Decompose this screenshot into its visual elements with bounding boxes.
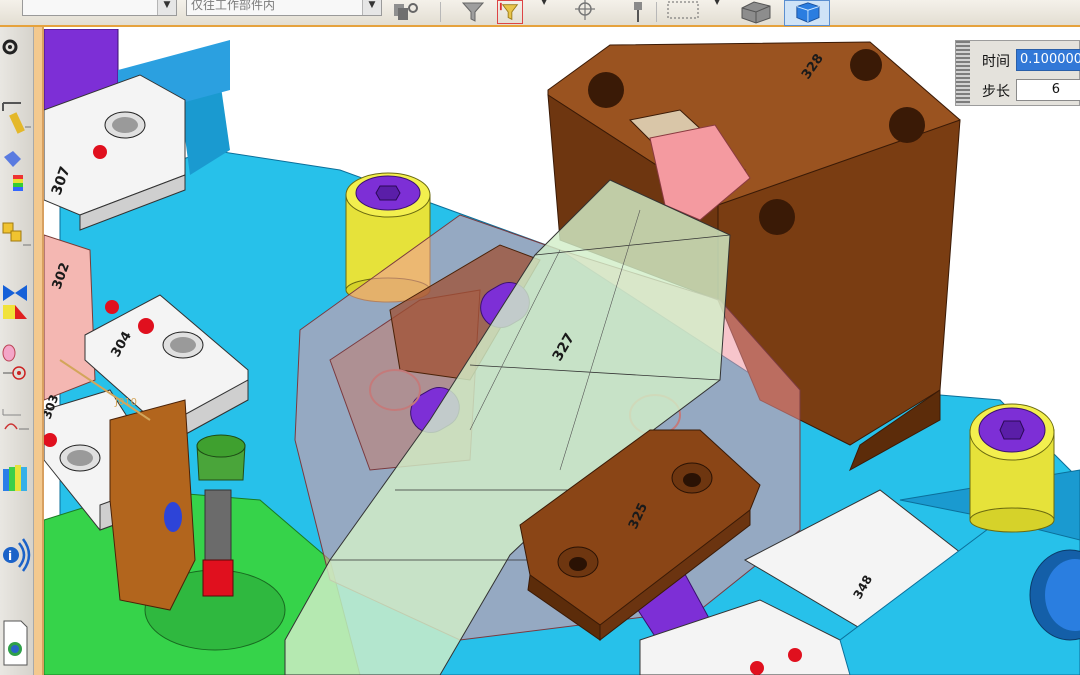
view-cube-icon[interactable] xyxy=(784,0,830,26)
filter-select-icon[interactable] xyxy=(497,0,523,24)
time-label: 时间 xyxy=(982,54,1010,70)
svg-text:i: i xyxy=(8,549,12,563)
step-label: 步长 xyxy=(982,84,1010,100)
shaded-cube-icon[interactable] xyxy=(736,0,776,24)
gear-icon[interactable] xyxy=(1,29,32,65)
info-icon[interactable]: i xyxy=(1,525,32,585)
graphics-viewport[interactable]: 307 302 304 303 J010 328 327 325 348 xyxy=(44,29,1080,675)
material-palette-icon[interactable] xyxy=(1,385,32,445)
part-label-j010: J010 xyxy=(114,397,137,408)
point-snap-icon[interactable] xyxy=(572,0,598,24)
resource-bar-edge xyxy=(34,27,44,675)
clearance-analysis-icon[interactable] xyxy=(1,265,32,325)
pin-icon[interactable] xyxy=(625,0,651,24)
animation-control-panel: 时间 0.100000 步长 6 xyxy=(955,40,1080,106)
block-302 xyxy=(44,234,96,401)
model-scene[interactable]: 307 302 304 303 J010 328 327 325 348 xyxy=(44,29,1080,675)
bracket-left xyxy=(109,399,196,611)
chevron-down-icon[interactable]: ▼ xyxy=(362,0,381,15)
top-toolbar: ▼ 仅往工作部件内 ▼ ▼ ▼ xyxy=(0,0,1080,27)
selection-scope-combo[interactable]: 仅往工作部件内 ▼ xyxy=(186,0,382,16)
left-toolbar: i xyxy=(0,27,34,675)
motion-joint-icon[interactable] xyxy=(1,325,32,385)
chevron-down-icon[interactable]: ▼ xyxy=(157,0,176,15)
window-select-icon[interactable] xyxy=(666,0,706,24)
chevron-down-icon[interactable]: ▼ xyxy=(714,0,720,6)
sketch-curve-icon[interactable] xyxy=(1,85,32,145)
time-input[interactable]: 0.100000 xyxy=(1016,49,1080,71)
assembly-icon[interactable] xyxy=(392,0,418,24)
selection-scope-value: 仅往工作部件内 xyxy=(191,0,276,12)
palette-icon[interactable] xyxy=(1,445,32,505)
component-icon[interactable] xyxy=(1,205,32,265)
toolbar-separator xyxy=(656,2,657,22)
type-filter-combo[interactable]: ▼ xyxy=(22,0,177,16)
surface-analysis-icon[interactable] xyxy=(1,145,32,205)
chevron-down-icon[interactable]: ▼ xyxy=(541,0,547,6)
document-icon[interactable] xyxy=(1,615,32,671)
filter-icon[interactable] xyxy=(460,0,486,24)
step-input[interactable]: 6 xyxy=(1016,79,1080,101)
toolbar-separator xyxy=(440,2,441,22)
drag-handle[interactable] xyxy=(956,41,970,105)
